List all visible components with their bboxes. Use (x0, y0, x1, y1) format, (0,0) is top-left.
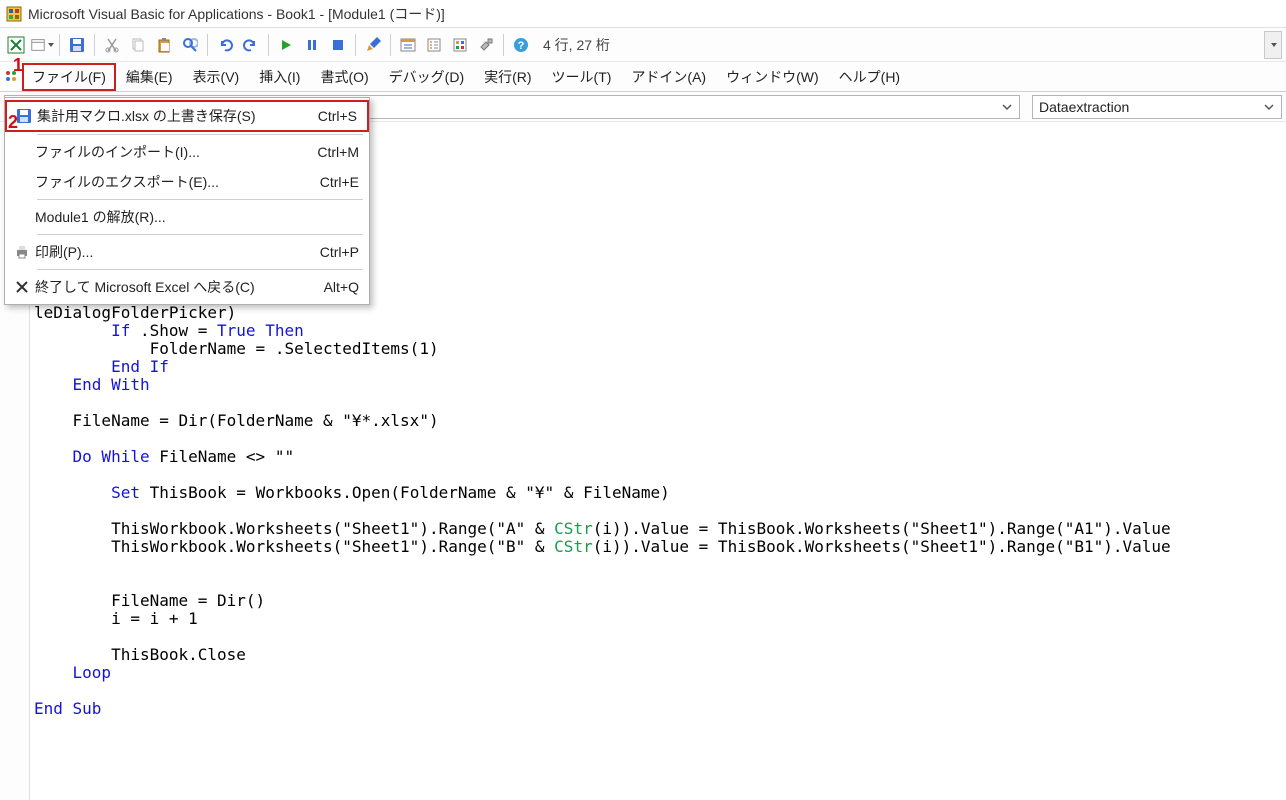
toolbar-separator (503, 34, 504, 56)
insert-module-icon[interactable] (30, 33, 54, 57)
menu-item-shortcut: Ctrl+S (303, 108, 357, 124)
menu-edit[interactable]: 編集(E) (116, 63, 183, 91)
project-explorer-icon[interactable] (396, 33, 420, 57)
menu-item-label: Module1 の解放(R)... (35, 207, 305, 227)
main-toolbar: ? 4 行, 27 桁 (0, 28, 1286, 62)
cut-icon[interactable] (100, 33, 124, 57)
menu-item-shortcut: Ctrl+M (305, 144, 359, 160)
menu-help[interactable]: ヘルプ(H) (829, 63, 910, 91)
menu-close-return-excel[interactable]: 終了して Microsoft Excel へ戻る(C) Alt+Q (5, 272, 369, 302)
pause-icon[interactable] (300, 33, 324, 57)
menu-bar: ファイル(F) 編集(E) 表示(V) 挿入(I) 書式(O) デバッグ(D) … (0, 62, 1286, 92)
save-icon[interactable] (65, 33, 89, 57)
toolbar-separator (355, 34, 356, 56)
menu-item-shortcut: Alt+Q (305, 279, 359, 295)
menu-item-label: 終了して Microsoft Excel へ戻る(C) (35, 277, 305, 297)
menu-separator (37, 269, 363, 270)
properties-icon[interactable] (422, 33, 446, 57)
close-icon (9, 280, 35, 294)
procedure-combo[interactable]: Dataextraction (1032, 95, 1282, 119)
menu-item-shortcut: Ctrl+E (305, 174, 359, 190)
menubar-grip-icon (2, 69, 22, 85)
toolbar-separator (94, 34, 95, 56)
menu-item-label: 集計用マクロ.xlsx の上書き保存(S) (37, 106, 303, 126)
svg-text:?: ? (518, 40, 525, 52)
chevron-down-icon (1271, 43, 1277, 47)
menu-window[interactable]: ウィンドウ(W) (716, 63, 829, 91)
design-mode-icon[interactable] (361, 33, 385, 57)
view-excel-icon[interactable] (4, 33, 28, 57)
menu-separator (37, 199, 363, 200)
menu-item-label: 印刷(P)... (35, 242, 305, 262)
menu-print[interactable]: 印刷(P)... Ctrl+P (5, 237, 369, 267)
menu-format[interactable]: 書式(O) (310, 63, 378, 91)
menu-tools[interactable]: ツール(T) (542, 63, 622, 91)
toolbar-separator (207, 34, 208, 56)
redo-icon[interactable] (239, 33, 263, 57)
menu-import-file[interactable]: ファイルのインポート(I)... Ctrl+M (5, 137, 369, 167)
menu-addins[interactable]: アドイン(A) (621, 63, 716, 91)
menu-item-label: ファイルのインポート(I)... (35, 142, 305, 162)
menu-save-file[interactable]: 集計用マクロ.xlsx の上書き保存(S) Ctrl+S (5, 100, 369, 132)
menu-run[interactable]: 実行(R) (474, 63, 541, 91)
menu-separator (37, 234, 363, 235)
print-icon (9, 244, 35, 260)
menu-debug[interactable]: デバッグ(D) (379, 63, 474, 91)
find-icon[interactable] (178, 33, 202, 57)
menu-view[interactable]: 表示(V) (183, 63, 250, 91)
toolbar-overflow[interactable] (1264, 31, 1282, 59)
help-icon[interactable]: ? (509, 33, 533, 57)
menu-separator (37, 134, 363, 135)
file-dropdown-menu: 集計用マクロ.xlsx の上書き保存(S) Ctrl+S ファイルのインポート(… (4, 97, 370, 305)
save-icon (11, 108, 37, 124)
menu-file[interactable]: ファイル(F) (22, 63, 116, 91)
procedure-name: Dataextraction (1039, 99, 1129, 115)
toolbar-separator (390, 34, 391, 56)
menu-insert[interactable]: 挿入(I) (249, 63, 310, 91)
copy-icon[interactable] (126, 33, 150, 57)
chevron-down-icon (999, 99, 1015, 115)
toolbar-separator (268, 34, 269, 56)
run-icon[interactable] (274, 33, 298, 57)
cursor-position-label: 4 行, 27 桁 (543, 35, 610, 55)
title-bar: Microsoft Visual Basic for Applications … (0, 0, 1286, 28)
object-browser-icon[interactable] (448, 33, 472, 57)
menu-item-shortcut: Ctrl+P (305, 244, 359, 260)
menu-export-file[interactable]: ファイルのエクスポート(E)... Ctrl+E (5, 167, 369, 197)
toolbox-icon[interactable] (474, 33, 498, 57)
menu-release-module[interactable]: Module1 の解放(R)... (5, 202, 369, 232)
window-title: Microsoft Visual Basic for Applications … (28, 4, 445, 24)
stop-icon[interactable] (326, 33, 350, 57)
menu-item-label: ファイルのエクスポート(E)... (35, 172, 305, 192)
dropdown-arrow-icon (48, 43, 54, 47)
paste-icon[interactable] (152, 33, 176, 57)
toolbar-separator (59, 34, 60, 56)
chevron-down-icon (1261, 99, 1277, 115)
vba-app-icon (6, 6, 22, 22)
undo-icon[interactable] (213, 33, 237, 57)
